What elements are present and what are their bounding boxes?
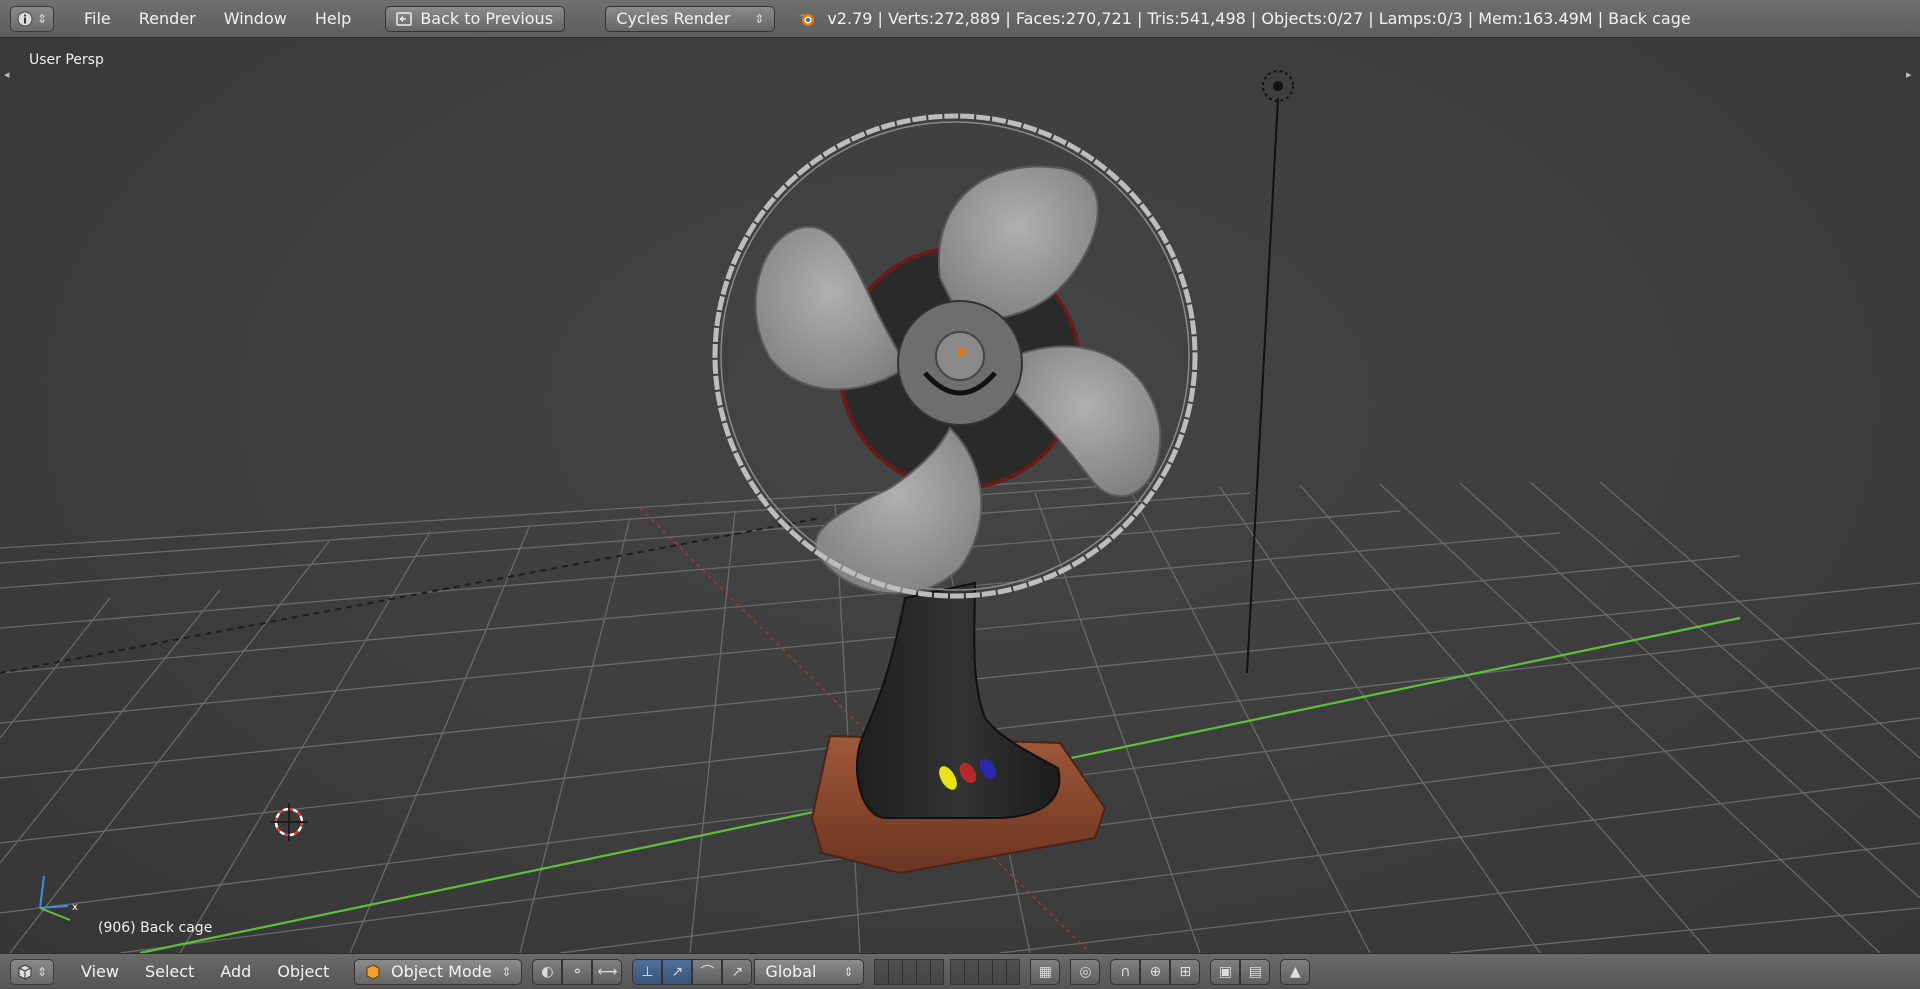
object-mode-icon bbox=[366, 963, 380, 980]
render-engine-select[interactable]: Cycles Render ⇕ bbox=[605, 5, 776, 32]
transform-tools: ⊥ ↗ ⌒ ↗ bbox=[632, 958, 753, 985]
view-label: User Persp bbox=[29, 52, 104, 68]
object-origin-dot bbox=[958, 348, 966, 356]
axis-gizmo: x bbox=[39, 875, 78, 921]
proportional-editing-button[interactable]: ◎ bbox=[1070, 958, 1101, 985]
editor-type-button[interactable]: ⇕ bbox=[10, 958, 54, 985]
viewport-shading-button[interactable]: ◐ bbox=[532, 958, 563, 985]
shading-sphere-icon: ◐ bbox=[541, 963, 554, 980]
transform-extra-button[interactable]: ↗ bbox=[722, 958, 753, 985]
blender-logo-icon bbox=[799, 13, 815, 26]
menu-window[interactable]: Window bbox=[210, 9, 301, 28]
main-menu: File Render Window Help bbox=[70, 9, 365, 28]
menu-file[interactable]: File bbox=[70, 9, 125, 28]
collapse-header-button[interactable]: ▲ bbox=[1280, 958, 1311, 985]
3d-view-header: ⇕ View Select Add Object Object Mode ⇕ ◐… bbox=[0, 953, 1920, 989]
menu-select[interactable]: Select bbox=[132, 962, 207, 981]
transform-orientation-select[interactable]: Global ⇕ bbox=[754, 958, 865, 985]
snap-target-icon: ⊞ bbox=[1179, 963, 1192, 980]
shading-group: ◐ ⚬ ⟷ bbox=[532, 958, 623, 985]
left-region-toggle-icon[interactable]: ◂ bbox=[4, 68, 14, 84]
3d-viewport[interactable]: x ◂ ▸ User Persp (906) Back cage bbox=[0, 38, 1920, 953]
updown-icon: ⇕ bbox=[501, 964, 512, 979]
header-collapse-group: ▲ bbox=[1280, 958, 1311, 985]
scale-tool-button[interactable]: ⌒ bbox=[692, 958, 723, 985]
magnet-icon: ∩ bbox=[1120, 963, 1131, 980]
menu-help[interactable]: Help bbox=[301, 9, 365, 28]
3d-view-icon bbox=[18, 963, 32, 980]
translate-tool-button[interactable]: ⊥ bbox=[632, 958, 663, 985]
scene-stats: v2.79 | Verts:272,889 | Faces:270,721 | … bbox=[797, 9, 1691, 28]
lock-layers-button[interactable]: ▦ bbox=[1030, 958, 1061, 985]
layer-block-1[interactable] bbox=[874, 958, 945, 985]
screen-back-icon bbox=[396, 11, 413, 26]
triangle-up-icon: ▲ bbox=[1290, 963, 1301, 980]
updown-icon: ⇕ bbox=[754, 11, 765, 26]
misc-tools: ▦ bbox=[1030, 958, 1061, 985]
menu-render[interactable]: Render bbox=[125, 9, 210, 28]
pivot-icon: ⚬ bbox=[571, 963, 584, 980]
editor-type-button[interactable]: ⇕ bbox=[10, 5, 54, 32]
transform-icon: ↗ bbox=[731, 963, 744, 980]
menu-add[interactable]: Add bbox=[207, 962, 264, 981]
scene-canvas: x bbox=[0, 70, 1920, 953]
scene-stats-text: v2.79 | Verts:272,889 | Faces:270,721 | … bbox=[827, 9, 1691, 28]
info-header: ⇕ File Render Window Help Back to Previo… bbox=[0, 0, 1920, 38]
updown-icon: ⇕ bbox=[843, 964, 854, 979]
proportional-icon: ◎ bbox=[1079, 963, 1092, 980]
rotate-tool-button[interactable]: ↗ bbox=[662, 958, 693, 985]
layer-block-2[interactable] bbox=[950, 958, 1021, 985]
snap-group: ∩ ⊕ ⊞ bbox=[1110, 958, 1201, 985]
view-menu: View Select Add Object bbox=[68, 962, 342, 981]
snap-toggle-button[interactable]: ∩ bbox=[1110, 958, 1141, 985]
transform-orientation-label: Global bbox=[765, 962, 817, 981]
camera-render-icon: ▣ bbox=[1218, 963, 1233, 980]
fan-stand bbox=[855, 581, 1061, 819]
dashed-edge bbox=[0, 517, 821, 674]
proportional-group: ◎ bbox=[1070, 958, 1101, 985]
updown-icon: ⇕ bbox=[36, 964, 48, 979]
snap-element-button[interactable]: ⊕ bbox=[1140, 958, 1171, 985]
back-to-previous-button[interactable]: Back to Previous bbox=[385, 5, 566, 32]
menu-view[interactable]: View bbox=[68, 962, 132, 981]
menu-object[interactable]: Object bbox=[264, 962, 342, 981]
snap-element-icon: ⊕ bbox=[1149, 963, 1162, 980]
snap-target-button[interactable]: ⊞ bbox=[1170, 958, 1201, 985]
rotate-arrow-icon: ↗ bbox=[671, 963, 684, 980]
interaction-mode-select[interactable]: Object Mode ⇕ bbox=[354, 958, 523, 985]
scale-curve-icon: ⌒ bbox=[700, 964, 715, 981]
info-icon bbox=[17, 11, 33, 26]
render-engine-label: Cycles Render bbox=[616, 9, 731, 28]
active-object-label: (906) Back cage bbox=[98, 920, 213, 936]
lock-icon: ▦ bbox=[1038, 963, 1053, 980]
updown-icon: ⇕ bbox=[36, 11, 48, 26]
translate-axes-icon: ⊥ bbox=[641, 963, 654, 980]
fan-hub-cap bbox=[935, 331, 985, 381]
right-region-toggle-icon[interactable]: ▸ bbox=[1906, 68, 1916, 84]
interaction-mode-label: Object Mode bbox=[390, 962, 492, 981]
svg-text:x: x bbox=[72, 902, 78, 913]
render-group: ▣ ▤ bbox=[1210, 958, 1271, 985]
opengl-animation-button[interactable]: ▤ bbox=[1240, 958, 1271, 985]
layer-grid bbox=[874, 958, 1021, 985]
manipulator-toggle-button[interactable]: ⟷ bbox=[592, 958, 623, 985]
manipulator-icon: ⟷ bbox=[597, 963, 618, 980]
opengl-render-button[interactable]: ▣ bbox=[1210, 958, 1241, 985]
clapper-icon: ▤ bbox=[1248, 963, 1263, 980]
back-to-previous-label: Back to Previous bbox=[420, 9, 554, 28]
pivot-point-button[interactable]: ⚬ bbox=[562, 958, 593, 985]
